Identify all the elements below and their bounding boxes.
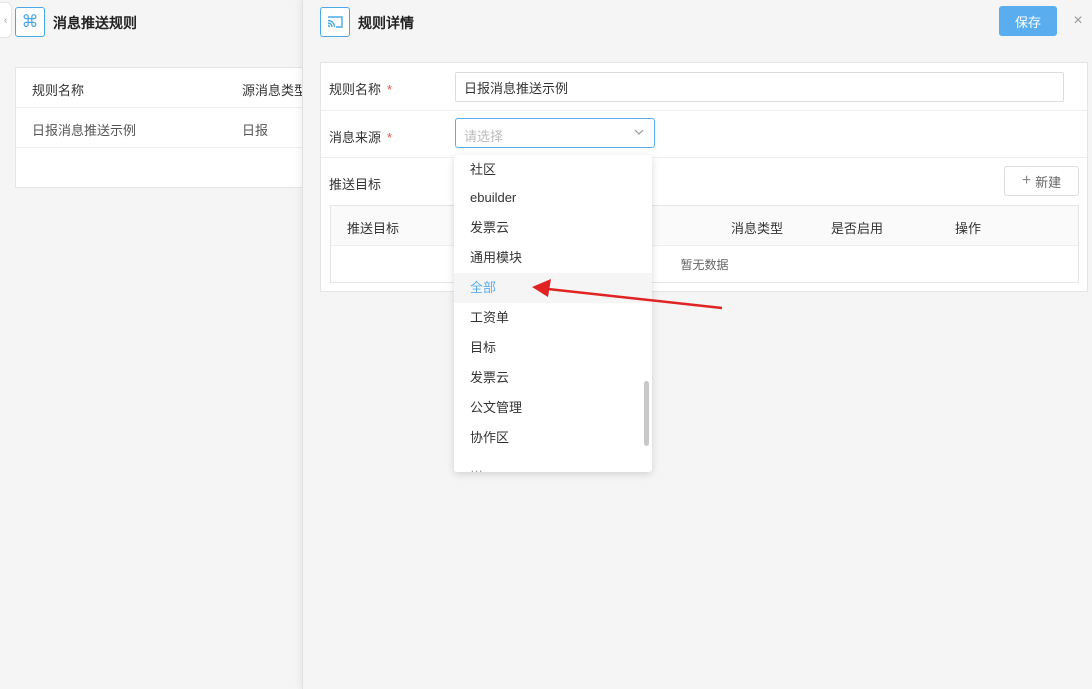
source-label: 消息来源 * xyxy=(329,127,392,146)
command-icon: ⌘ xyxy=(15,7,45,37)
rule-name-cell: 日报消息推送示例 xyxy=(32,123,137,138)
dropdown-option[interactable]: 发票云 xyxy=(454,363,652,393)
rule-name-label-text: 规则名称 xyxy=(329,82,382,97)
column-header-target: 推送目标 xyxy=(347,221,400,236)
chevron-down-icon xyxy=(634,129,644,135)
dropdown-option[interactable]: 发票云 xyxy=(454,213,652,243)
source-label-text: 消息来源 xyxy=(329,130,382,145)
page-title: 消息推送规则 xyxy=(53,15,137,31)
new-button-label: 新建 xyxy=(1035,174,1062,190)
close-icon[interactable]: × xyxy=(1069,12,1087,30)
rules-table: 规则名称 源消息类型 日报消息推送示例 日报 xyxy=(15,67,316,188)
column-header-message-type: 消息类型 xyxy=(731,221,784,236)
table-header-row: 规则名称 源消息类型 xyxy=(16,68,316,108)
source-type-cell: 日报 xyxy=(242,123,269,138)
rule-name-input[interactable] xyxy=(455,72,1064,102)
dropdown-option[interactable]: 目标 xyxy=(454,333,652,363)
empty-state: 暂无数据 xyxy=(680,258,729,272)
left-header: ‹ ⌘ 消息推送规则 xyxy=(0,0,302,44)
rules-list-panel: ‹ ⌘ 消息推送规则 规则名称 源消息类型 日报消息推送示例 日报 xyxy=(0,0,316,689)
rule-detail-drawer: 规则详情 保存 × 规则名称 * 消息来源 * 请选择 推送目标 + 新建 xyxy=(302,0,1092,689)
cast-icon xyxy=(320,7,350,37)
new-target-button[interactable]: + 新建 xyxy=(1004,166,1079,196)
source-select[interactable]: 请选择 xyxy=(455,118,655,148)
column-header-source-type: 源消息类型 xyxy=(242,83,308,98)
dropdown-option[interactable]: 通用模块 xyxy=(454,243,652,273)
dropdown-option-highlighted[interactable]: 全部 xyxy=(454,273,652,303)
rule-name-row: 规则名称 * xyxy=(321,63,1087,111)
dropdown-option[interactable]: 公文管理 xyxy=(454,393,652,423)
dropdown-option[interactable]: ebuilder xyxy=(454,183,652,213)
dropdown-option[interactable]: 社区 xyxy=(454,155,652,185)
source-dropdown-menu: 社区 ebuilder 发票云 通用模块 全部 工资单 目标 发票云 公文管理 … xyxy=(454,155,652,472)
target-label: 推送目标 xyxy=(329,177,382,192)
column-header-actions: 操作 xyxy=(955,221,982,236)
dropdown-option[interactable]: 协作区 xyxy=(454,423,652,453)
collapse-button[interactable]: ‹ xyxy=(0,2,12,38)
column-header-enabled: 是否启用 xyxy=(831,221,884,236)
dropdown-scrollbar[interactable] xyxy=(644,381,649,446)
rule-form: 规则名称 * 消息来源 * 请选择 推送目标 + 新建 推送目标 xyxy=(320,62,1088,292)
required-mark: * xyxy=(387,130,393,145)
rule-name-label: 规则名称 * xyxy=(329,79,392,98)
save-button[interactable]: 保存 xyxy=(999,6,1057,36)
dropdown-option-partial[interactable]: … xyxy=(454,453,652,472)
required-mark: * xyxy=(387,82,393,97)
source-select-placeholder: 请选择 xyxy=(464,129,504,144)
source-row: 消息来源 * 请选择 xyxy=(321,111,1087,158)
plus-icon: + xyxy=(1021,172,1032,189)
dropdown-option[interactable]: 工资单 xyxy=(454,303,652,333)
column-header-rule-name: 规则名称 xyxy=(32,83,85,98)
table-row[interactable]: 日报消息推送示例 日报 xyxy=(16,108,316,148)
drawer-title: 规则详情 xyxy=(358,15,414,31)
target-table: 推送目标 消息类型 是否启用 操作 暂无数据 xyxy=(330,205,1079,283)
target-table-header: 推送目标 消息类型 是否启用 操作 xyxy=(331,206,1078,246)
